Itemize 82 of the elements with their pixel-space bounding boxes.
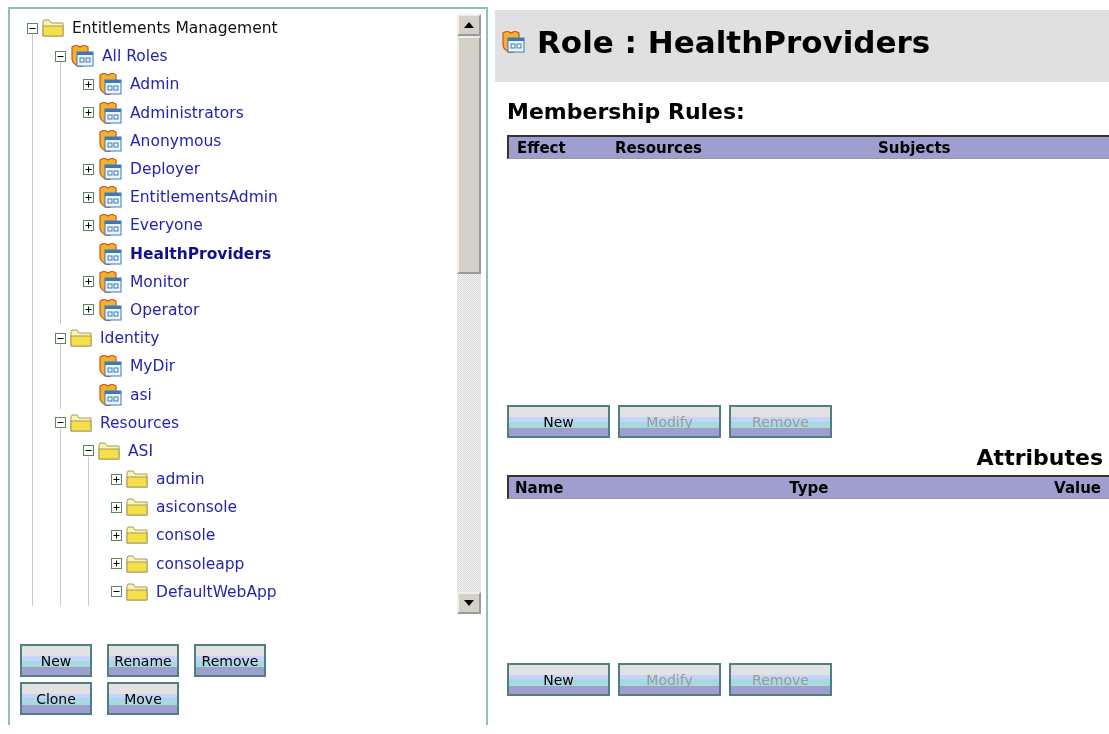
expand-icon[interactable] [111, 473, 122, 485]
folder-icon [126, 554, 148, 573]
column-header: Effect [516, 138, 567, 157]
tree-item[interactable]: Admin [130, 75, 180, 94]
collapse-icon[interactable] [55, 332, 66, 344]
tree-item[interactable]: ASI [128, 441, 153, 460]
tree-item[interactable]: MyDir [130, 357, 176, 376]
action-button[interactable]: New [20, 644, 92, 677]
shield-icon [98, 129, 122, 152]
section-heading: Attributes [976, 445, 1103, 472]
action-button[interactable]: Rename [107, 644, 179, 677]
tree-item[interactable]: HealthProviders [130, 244, 272, 263]
expand-icon[interactable] [83, 191, 94, 203]
expand-icon[interactable] [83, 107, 94, 119]
tree-item[interactable]: Operator [130, 300, 200, 319]
section-heading: Membership Rules: [507, 99, 746, 126]
tree-item[interactable]: All Roles [102, 47, 168, 66]
tree-item[interactable]: console [156, 526, 216, 545]
column-header: Resources [615, 138, 704, 157]
folder-icon [126, 498, 148, 517]
collapse-icon[interactable] [55, 417, 66, 429]
tree-item[interactable]: Monitor [130, 272, 189, 291]
expand-icon[interactable] [111, 529, 122, 541]
shield-icon [98, 158, 122, 181]
tree-item[interactable]: asiconsole [156, 498, 238, 517]
folder-icon [126, 470, 148, 489]
collapse-icon[interactable] [83, 445, 94, 457]
up-arrow-icon [464, 22, 474, 28]
tree-item[interactable]: asi [130, 385, 152, 404]
column-header: Value [1054, 478, 1101, 497]
action-button[interactable]: New [507, 405, 610, 438]
shield-icon [98, 270, 122, 293]
tree-item[interactable]: EntitlementsAdmin [130, 188, 278, 207]
folder-icon [126, 582, 148, 601]
expand-icon[interactable] [83, 304, 94, 316]
folder-icon [98, 441, 120, 460]
collapse-icon[interactable] [55, 50, 66, 62]
column-header: Name [515, 478, 564, 497]
tree-item[interactable]: Entitlements Management [72, 19, 278, 38]
collapse-icon[interactable] [27, 22, 38, 34]
page-title: Role : HealthProviders [537, 24, 931, 60]
column-header: Subjects [878, 138, 951, 157]
shield-icon [98, 242, 122, 265]
scroll-down-button[interactable] [457, 592, 481, 614]
tree-item[interactable]: Administrators [130, 103, 244, 122]
action-button[interactable]: Remove [194, 644, 266, 677]
expand-icon[interactable] [111, 501, 122, 513]
tree-item[interactable]: Resources [100, 413, 180, 432]
tree-item[interactable]: Identity [100, 329, 160, 348]
scroll-up-button[interactable] [457, 14, 481, 36]
shield-icon [98, 73, 122, 96]
folder-icon [70, 413, 92, 432]
tree-item[interactable]: Everyone [130, 216, 203, 235]
action-button[interactable]: Clone [20, 682, 92, 715]
column-header: Type [789, 478, 829, 497]
expand-icon[interactable] [83, 163, 94, 175]
tree-item[interactable]: admin [156, 470, 205, 489]
shield-icon [98, 101, 122, 124]
tree-item[interactable]: consoleapp [156, 554, 245, 573]
expand-icon[interactable] [83, 219, 94, 231]
folder-icon [42, 19, 64, 38]
shield-icon [98, 186, 122, 209]
shield-icon [98, 298, 122, 321]
tree-item[interactable]: DefaultWebApp [156, 582, 277, 601]
expand-icon[interactable] [83, 276, 94, 288]
down-arrow-icon [464, 600, 474, 606]
scroll-thumb[interactable] [457, 36, 481, 274]
collapse-icon[interactable] [111, 586, 122, 598]
folder-icon [70, 329, 92, 348]
shield-icon [501, 31, 525, 53]
expand-icon[interactable] [111, 558, 122, 570]
tree-item[interactable]: Deployer [130, 160, 201, 179]
folder-icon [126, 526, 148, 545]
scrollbar[interactable] [457, 14, 481, 614]
tree-item[interactable]: Anonymous [130, 131, 222, 150]
shield-icon [70, 45, 94, 68]
shield-icon [98, 355, 122, 378]
shield-icon [98, 214, 122, 237]
shield-icon [98, 383, 122, 406]
action-button[interactable]: Move [107, 682, 179, 715]
action-button[interactable]: New [507, 663, 610, 696]
expand-icon[interactable] [83, 78, 94, 90]
